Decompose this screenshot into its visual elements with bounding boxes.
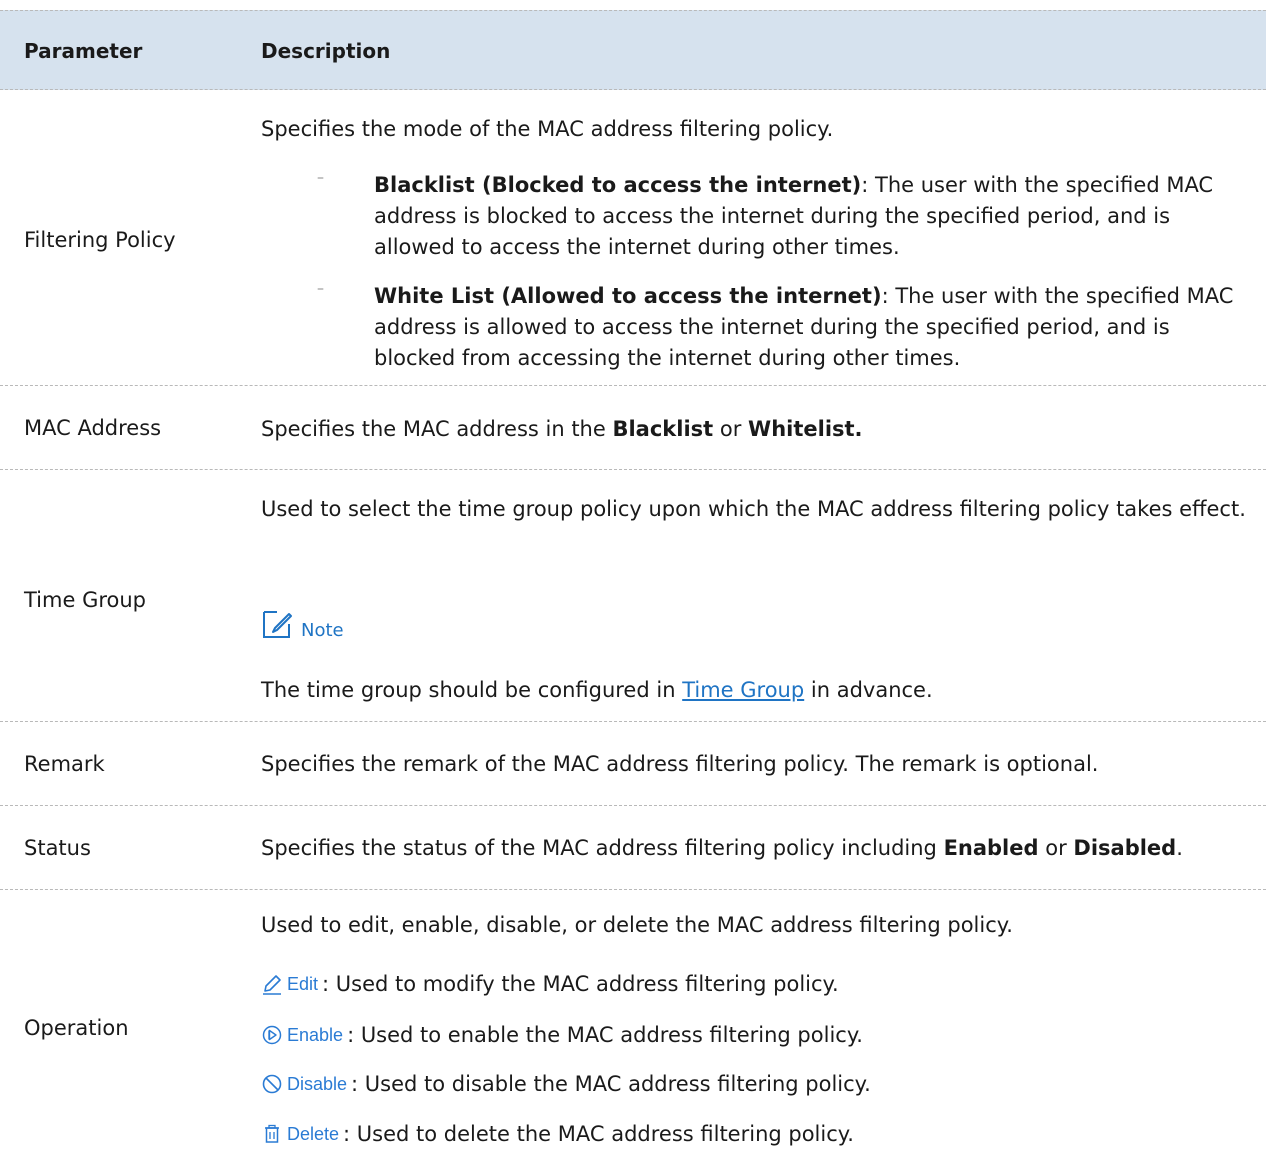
operation-delete-line: Delete : Used to delete the MAC address … bbox=[261, 1122, 854, 1146]
time-group-intro: Used to select the time group policy upo… bbox=[261, 497, 1246, 521]
note-label: Note bbox=[301, 620, 344, 641]
blacklist-title: Blacklist (Blocked to access the interne… bbox=[374, 173, 862, 197]
delete-trash-icon: Delete bbox=[261, 1123, 339, 1145]
param-filtering-policy: Filtering Policy bbox=[24, 228, 176, 252]
operation-enable-line: Enable : Used to enable the MAC address … bbox=[261, 1023, 863, 1047]
disable-ban-icon: Disable bbox=[261, 1073, 347, 1095]
desc-time-group: Used to select the time group policy upo… bbox=[261, 470, 1251, 722]
table-row-time-group: Time Group Used to select the time group… bbox=[0, 470, 1266, 722]
table-header: Parameter Description bbox=[0, 10, 1266, 90]
operation-intro: Used to edit, enable, disable, or delete… bbox=[261, 913, 1013, 937]
operation-disable-line: Disable : Used to disable the MAC addres… bbox=[261, 1072, 871, 1096]
table-row-remark: Remark Specifies the remark of the MAC a… bbox=[0, 722, 1266, 806]
desc-filtering-policy: Specifies the mode of the MAC address fi… bbox=[261, 90, 1251, 386]
filtering-policy-intro: Specifies the mode of the MAC address fi… bbox=[261, 117, 834, 141]
param-remark: Remark bbox=[24, 752, 105, 776]
desc-operation: Used to edit, enable, disable, or delete… bbox=[261, 890, 1251, 1164]
table-row-filtering-policy: Filtering Policy Specifies the mode of t… bbox=[0, 90, 1266, 386]
param-time-group: Time Group bbox=[24, 588, 147, 612]
note-callout: Note bbox=[261, 606, 344, 645]
time-group-link[interactable]: Time Group bbox=[682, 678, 804, 702]
param-status: Status bbox=[24, 836, 91, 860]
param-operation: Operation bbox=[24, 1016, 129, 1040]
edit-pencil-icon: Edit bbox=[261, 973, 318, 995]
note-edit-icon bbox=[261, 606, 295, 645]
operation-edit-line: Edit : Used to modify the MAC address fi… bbox=[261, 972, 839, 996]
table-row-mac-address: MAC Address Specifies the MAC address in… bbox=[0, 386, 1266, 470]
header-description: Description bbox=[261, 39, 391, 63]
enable-play-icon: Enable bbox=[261, 1024, 343, 1046]
table-row-status: Status Specifies the status of the MAC a… bbox=[0, 806, 1266, 890]
header-parameter: Parameter bbox=[24, 39, 143, 63]
whitelist-title: White List (Allowed to access the intern… bbox=[374, 284, 882, 308]
time-group-note-text: The time group should be configured in T… bbox=[261, 678, 933, 702]
param-mac-address: MAC Address bbox=[24, 416, 162, 440]
table-row-operation: Operation Used to edit, enable, disable,… bbox=[0, 890, 1266, 1164]
